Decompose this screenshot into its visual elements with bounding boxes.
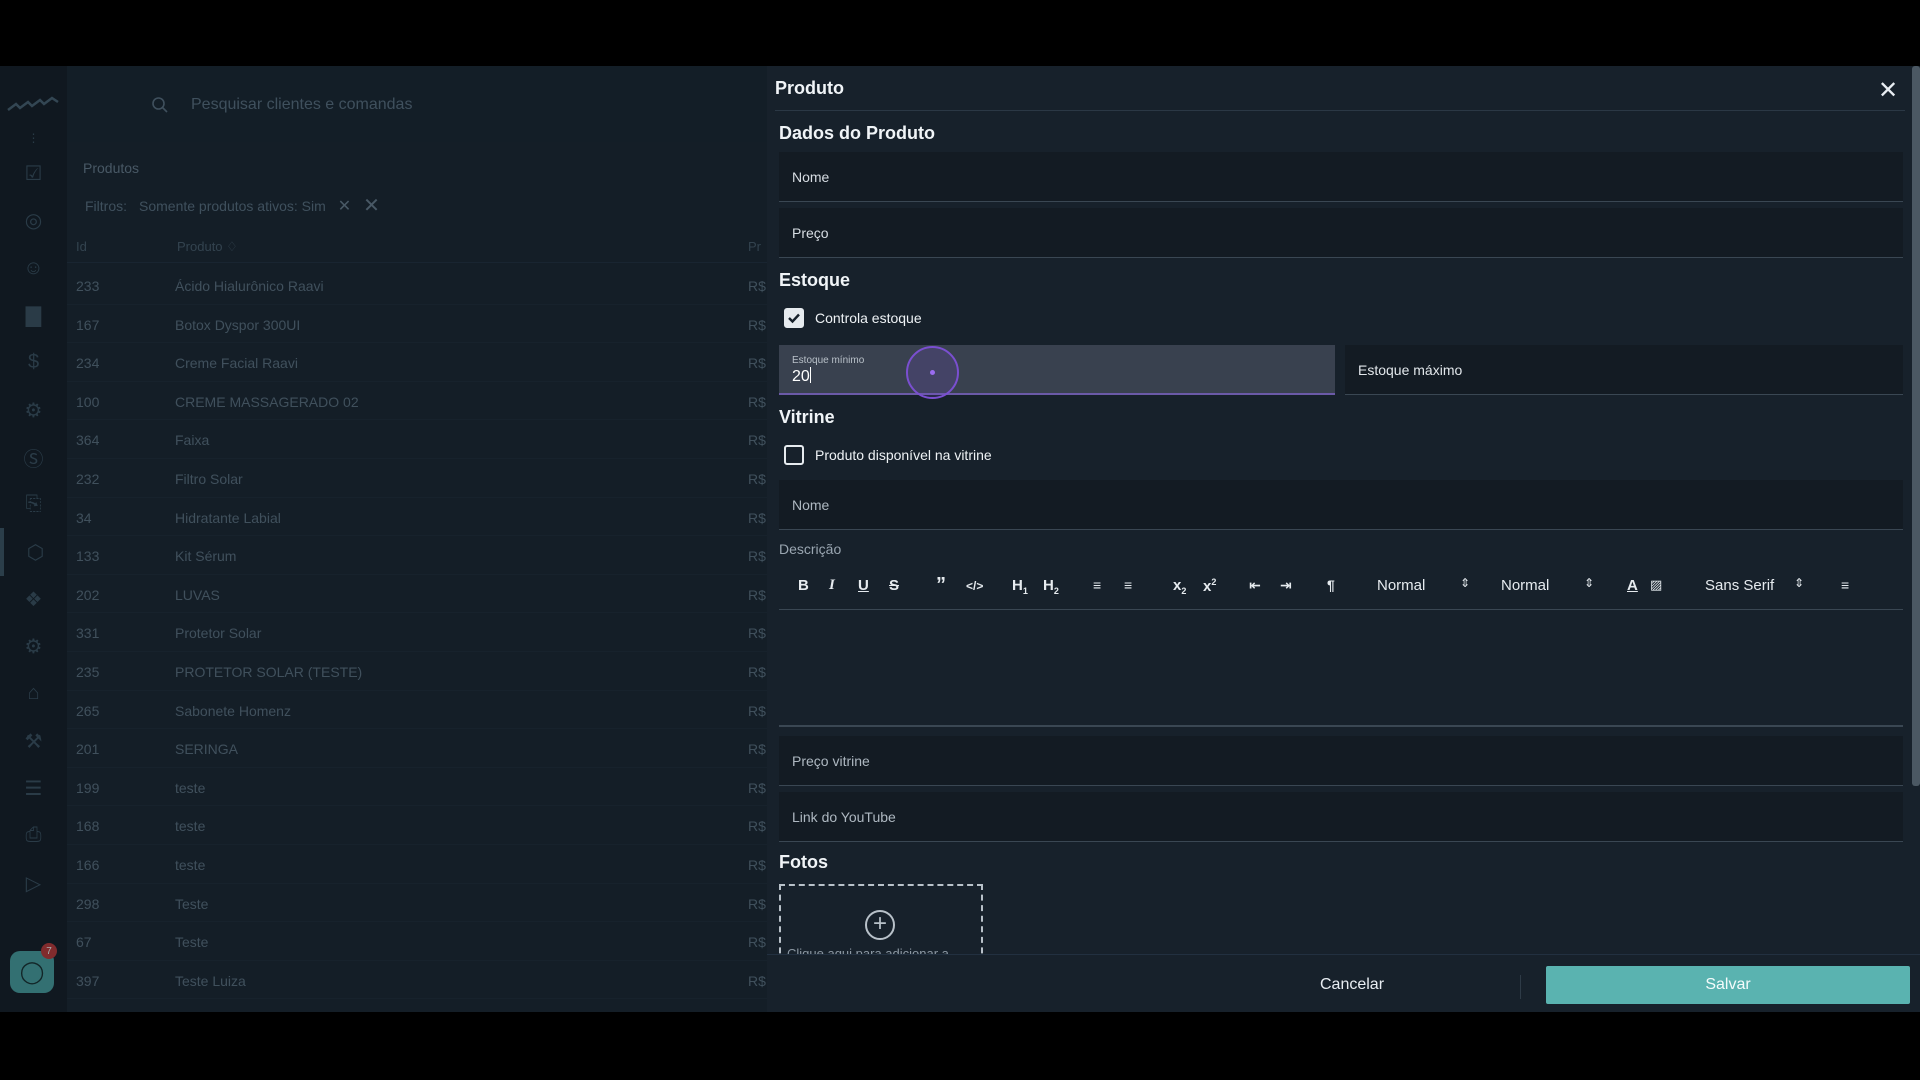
title-divider [775,110,1905,111]
background-color-icon[interactable]: ▨ [1650,577,1662,593]
drawer-title: Produto [775,78,844,98]
stock-min-value[interactable]: 20 [792,367,811,386]
size-select[interactable]: Normal [1501,577,1549,594]
checkbox-checked-icon[interactable] [784,308,804,328]
select-arrow-icon[interactable]: ⇕ [1584,576,1594,590]
stock-max-field[interactable] [1345,345,1903,395]
text-color-icon[interactable]: A [1627,577,1638,594]
heading1-icon[interactable]: H1 [1012,577,1028,596]
showcase-checkbox[interactable]: Produto disponível na vitrine [784,445,992,465]
product-drawer: Produto ✕ Dados do Produto Estoque Contr… [767,66,1920,1012]
heading2-icon[interactable]: H2 [1043,577,1059,596]
bullet-list-icon[interactable]: ≡ [1124,577,1132,593]
showcase-price-field[interactable] [779,736,1903,786]
font-select[interactable]: Sans Serif [1705,577,1774,594]
showcase-label: Produto disponível na vitrine [815,447,992,463]
checkbox-empty-icon[interactable] [784,445,804,465]
drawer-footer: Cancelar Salvar [767,954,1920,1012]
drawer-scrollbar[interactable] [1912,66,1920,786]
showcase-price-input[interactable] [779,736,1903,785]
youtube-field[interactable] [779,792,1903,842]
stock-min-label: Estoque mínimo [792,355,865,366]
showcase-name-field[interactable] [779,480,1903,530]
section-photos: Fotos [779,852,828,872]
save-button[interactable]: Salvar [1546,966,1910,1004]
bold-icon[interactable]: B [798,577,809,594]
click-ripple [906,346,959,399]
add-photo-icon: + [865,910,895,940]
price-input[interactable] [779,208,1903,257]
showcase-name-input[interactable] [779,480,1903,529]
section-product-data: Dados do Produto [779,123,935,143]
italic-icon[interactable]: I [829,577,835,594]
section-showcase: Vitrine [779,407,835,427]
description-label: Descrição [779,541,842,557]
ordered-list-icon[interactable]: ≡ [1093,577,1101,593]
close-icon[interactable]: ✕ [1878,76,1898,105]
youtube-input[interactable] [779,792,1903,841]
outdent-icon[interactable]: ⇤ [1249,577,1261,594]
stock-min-field[interactable]: Estoque mínimo 20 [779,345,1335,399]
cancel-button[interactable]: Cancelar [1277,967,1427,1003]
align-icon[interactable]: ≡ [1841,577,1849,593]
control-stock-label: Controla estoque [815,310,922,326]
photo-upload[interactable]: + Clique aqui para adicionar a [779,884,983,964]
text-caret [809,367,811,383]
name-input[interactable] [779,152,1903,201]
description-editor[interactable] [779,611,1903,727]
app-frame: ⋮☑◎☺▇$⚙Ⓢ⎘⬡❖⚙⌂⚒☰⎙▷ ◯ 7 Produtos Filtros: … [0,66,1920,1012]
subscript-icon[interactable]: x2 [1173,577,1186,596]
text-direction-icon[interactable]: ¶ [1327,577,1335,593]
price-field[interactable] [779,208,1903,258]
stock-min-text: 20 [792,368,810,385]
control-stock-checkbox[interactable]: Controla estoque [784,308,922,328]
underline-icon[interactable]: U [858,577,869,594]
rich-text-toolbar: B I U S ” </> H1 H2 ≡ ≡ x2 x2 ⇤ ⇥ ¶ Norm… [779,564,1903,610]
strike-icon[interactable]: S [889,577,899,594]
indent-icon[interactable]: ⇥ [1280,577,1292,594]
superscript-icon[interactable]: x2 [1203,577,1216,595]
name-field[interactable] [779,152,1903,202]
header-select[interactable]: Normal [1377,577,1425,594]
overlay-scrim[interactable] [0,66,767,1012]
section-stock: Estoque [779,270,851,290]
code-icon[interactable]: </> [966,579,983,593]
select-arrow-icon[interactable]: ⇕ [1460,576,1470,590]
select-arrow-icon[interactable]: ⇕ [1794,576,1804,590]
footer-divider [1520,975,1521,999]
blockquote-icon[interactable]: ” [936,574,946,597]
stock-max-input[interactable] [1345,345,1903,394]
